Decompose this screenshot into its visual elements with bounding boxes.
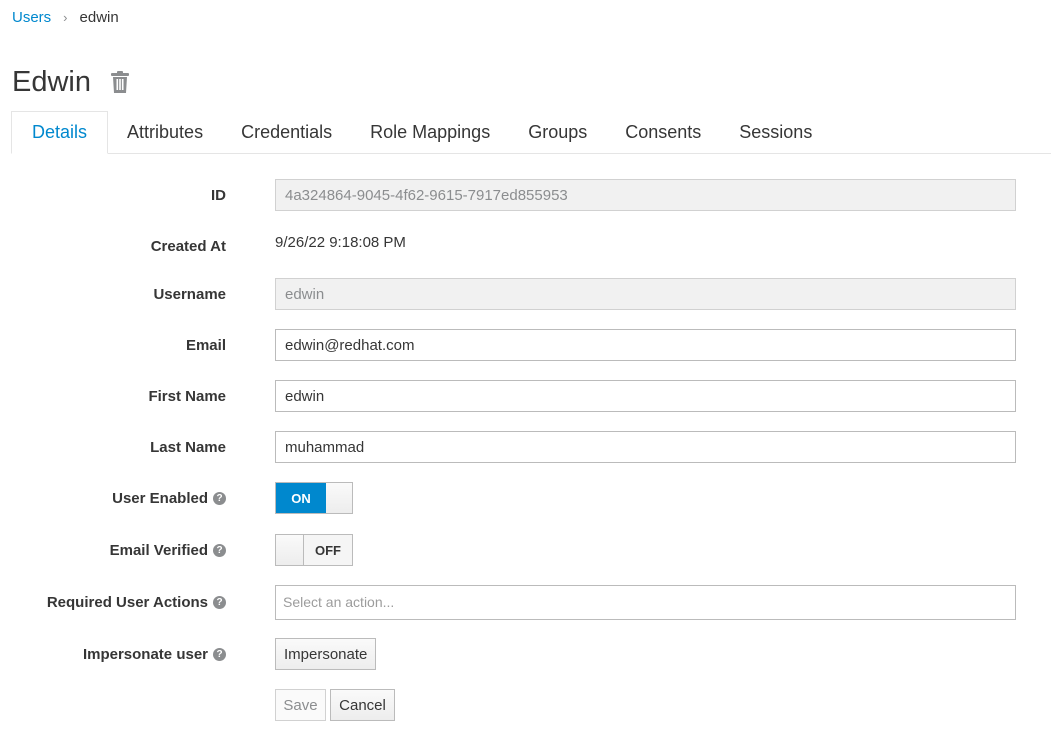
cancel-button[interactable]: Cancel xyxy=(330,689,395,721)
last-name-field[interactable] xyxy=(275,431,1016,463)
last-name-row: Last Name xyxy=(0,431,1051,463)
first-name-field[interactable] xyxy=(275,380,1016,412)
tab-attributes[interactable]: Attributes xyxy=(108,111,222,153)
required-actions-row: Required User Actions ? xyxy=(0,585,1051,620)
required-actions-select[interactable] xyxy=(275,585,1016,620)
tab-consents[interactable]: Consents xyxy=(606,111,720,153)
required-actions-label: Required User Actions ? xyxy=(47,594,226,611)
toggle-on-label: ON xyxy=(276,483,326,513)
last-name-label: Last Name xyxy=(150,438,226,456)
breadcrumb-current: edwin xyxy=(79,9,119,26)
username-label: Username xyxy=(153,285,226,303)
breadcrumb-separator: › xyxy=(63,10,68,25)
impersonate-label: Impersonate user ? xyxy=(83,646,226,663)
email-verified-toggle[interactable]: OFF xyxy=(275,534,353,566)
email-label: Email xyxy=(185,336,226,354)
help-icon[interactable]: ? xyxy=(213,543,226,557)
email-verified-label-text: Email Verified xyxy=(109,541,208,559)
impersonate-label-text: Impersonate user xyxy=(82,645,208,663)
breadcrumb-users-link[interactable]: Users xyxy=(12,8,51,28)
first-name-label: First Name xyxy=(148,387,226,405)
tab-sessions[interactable]: Sessions xyxy=(720,111,831,153)
user-enabled-label-text: User Enabled xyxy=(112,489,208,507)
tab-details[interactable]: Details xyxy=(11,111,109,154)
toggle-handle xyxy=(326,483,352,513)
impersonate-button[interactable]: Impersonate xyxy=(275,638,377,670)
id-row: ID xyxy=(0,179,1051,211)
email-verified-label: Email Verified ? xyxy=(110,542,226,559)
tab-bar: Details Attributes Credentials Role Mapp… xyxy=(11,111,1051,154)
created-at-row: Created At 9/26/22 9:18:08 PM xyxy=(0,230,1051,262)
user-enabled-toggle[interactable]: ON xyxy=(275,482,353,514)
breadcrumb: Users › edwin xyxy=(12,8,119,28)
page-title: Edwin xyxy=(12,66,91,98)
username-field[interactable] xyxy=(275,278,1016,310)
help-icon[interactable]: ? xyxy=(213,647,226,661)
save-button[interactable]: Save xyxy=(275,689,326,721)
user-enabled-row: User Enabled ? ON xyxy=(0,482,1051,514)
first-name-row: First Name xyxy=(0,380,1051,412)
email-field[interactable] xyxy=(275,329,1016,361)
impersonate-row: Impersonate user ? Impersonate xyxy=(0,638,1051,670)
email-verified-row: Email Verified ? OFF xyxy=(0,534,1051,566)
tab-groups[interactable]: Groups xyxy=(509,111,606,153)
created-at-value: 9/26/22 9:18:08 PM xyxy=(275,234,406,251)
tab-credentials[interactable]: Credentials xyxy=(222,111,351,153)
user-details-page: Users › edwin Edwin Details Attributes C… xyxy=(0,0,1051,744)
email-row: Email xyxy=(0,329,1051,361)
tab-role-mappings[interactable]: Role Mappings xyxy=(351,111,509,153)
user-enabled-label: User Enabled ? xyxy=(112,490,226,507)
id-field[interactable] xyxy=(275,179,1016,211)
username-row: Username xyxy=(0,278,1051,310)
help-icon[interactable]: ? xyxy=(213,491,226,505)
required-actions-label-text: Required User Actions xyxy=(46,594,208,611)
created-at-label: Created At xyxy=(150,237,226,255)
id-label: ID xyxy=(211,186,226,204)
toggle-off-label: OFF xyxy=(303,535,352,565)
help-icon[interactable]: ? xyxy=(213,596,226,609)
trash-icon[interactable] xyxy=(109,69,131,95)
title-row: Edwin xyxy=(12,64,131,100)
toggle-handle xyxy=(276,535,304,565)
